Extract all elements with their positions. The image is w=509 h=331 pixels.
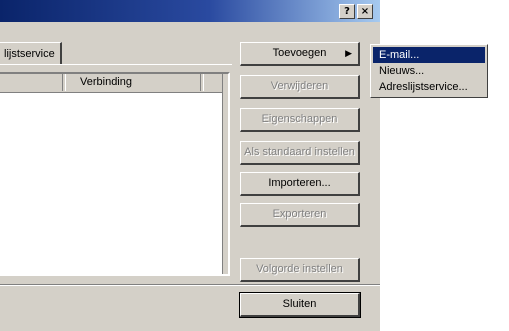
remove-button[interactable]: Verwijderen — [240, 75, 360, 99]
tab-directory-service[interactable]: lijstservice — [0, 42, 62, 64]
menu-item-directory-service[interactable]: Adreslijstservice... — [373, 79, 485, 95]
add-submenu: E-mail... Nieuws... Adreslijstservice... — [370, 44, 488, 98]
menu-item-email[interactable]: E-mail... — [373, 47, 485, 63]
properties-button[interactable]: Eigenschappen — [240, 108, 360, 132]
accounts-dialog: ? × lijstservice Verbinding Toevoegen ▶ … — [0, 0, 380, 331]
title-bar: ? × — [0, 0, 380, 22]
submenu-arrow-icon: ▶ — [345, 48, 352, 58]
add-button-label: Toevoegen — [272, 47, 327, 59]
tab-panel-border — [0, 64, 232, 65]
list-header: Verbinding — [0, 74, 228, 93]
import-button[interactable]: Importeren... — [240, 172, 360, 196]
export-button[interactable]: Exporteren — [240, 203, 360, 227]
accounts-list[interactable]: Verbinding — [0, 72, 230, 276]
vertical-scrollbar[interactable] — [222, 74, 228, 274]
set-order-button[interactable]: Volgorde instellen — [240, 258, 360, 282]
separator — [0, 284, 380, 286]
close-dialog-button[interactable]: Sluiten — [239, 292, 361, 318]
set-default-button[interactable]: Als standaard instellen — [240, 141, 360, 165]
help-button[interactable]: ? — [339, 4, 355, 19]
menu-item-news[interactable]: Nieuws... — [373, 63, 485, 79]
close-button[interactable]: × — [357, 4, 373, 19]
add-button[interactable]: Toevoegen ▶ — [240, 42, 360, 66]
tab-label: lijstservice — [4, 48, 55, 60]
column-divider[interactable] — [62, 74, 66, 91]
column-divider[interactable] — [200, 74, 204, 91]
column-header-connection[interactable]: Verbinding — [80, 76, 132, 88]
